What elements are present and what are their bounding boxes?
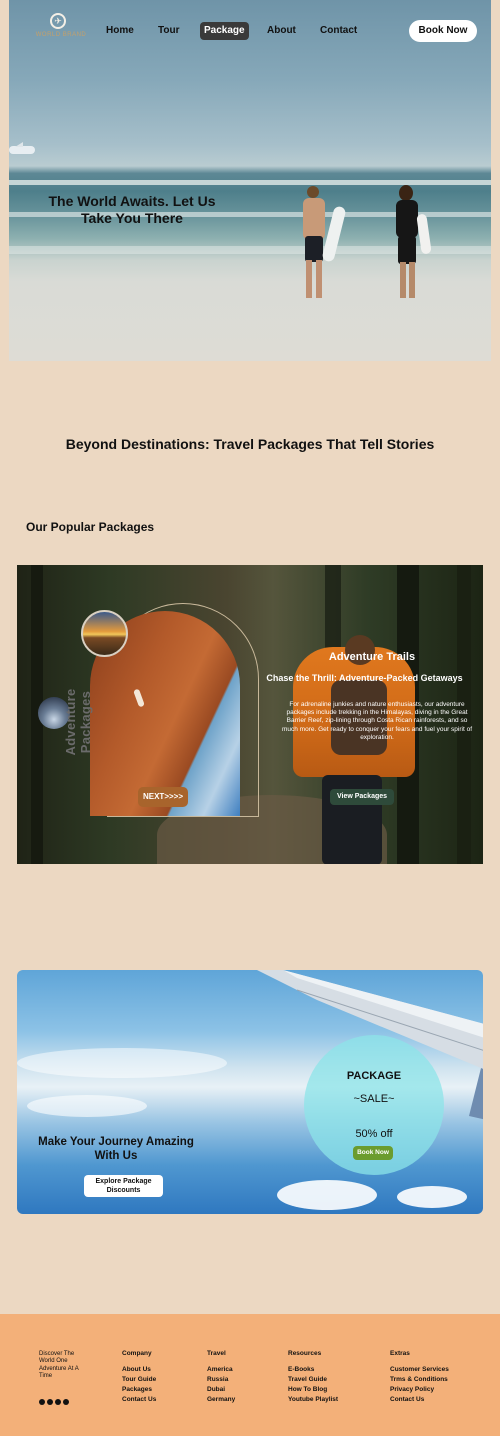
sale-headline: Make Your Journey Amazing With Us: [38, 1136, 194, 1162]
footer-col-extras: Extras Customer Services Trms & Conditio…: [390, 1349, 449, 1405]
footer-link[interactable]: Privacy Policy: [390, 1385, 449, 1395]
cloud: [17, 1048, 227, 1078]
nav-item-package[interactable]: Package: [200, 22, 249, 40]
next-button[interactable]: NEXT>>>>: [138, 787, 188, 807]
footer-col-resources: Resources E-Books Travel Guide How To Bl…: [288, 1349, 338, 1405]
x-icon[interactable]: [47, 1399, 53, 1405]
adventure-title: Adventure Trails: [328, 651, 416, 663]
cloud: [397, 1186, 467, 1208]
footer-link[interactable]: Packages: [122, 1385, 156, 1395]
cloud: [277, 1180, 377, 1210]
footer-link[interactable]: Trms & Conditions: [390, 1375, 449, 1385]
view-packages-button[interactable]: View Packages: [330, 789, 394, 805]
footer-heading: Travel: [207, 1350, 226, 1357]
footer-col-company: Company About Us Tour Guide Packages Con…: [122, 1349, 156, 1405]
footer: Discover The World One Adventure At A Ti…: [0, 1314, 500, 1436]
footer-link[interactable]: Customer Services: [390, 1365, 449, 1375]
hero-title: The World Awaits. Let Us Take You There: [48, 193, 216, 226]
nav-item-about[interactable]: About: [263, 22, 300, 40]
social-links: [39, 1392, 71, 1405]
sale-book-now-button[interactable]: Book Now: [353, 1146, 393, 1160]
footer-link[interactable]: Russia: [207, 1375, 235, 1385]
adventure-description: For adrenaline junkies and nature enthus…: [281, 701, 473, 741]
footer-link[interactable]: E-Books: [288, 1365, 338, 1375]
adventure-subtitle: Chase the Thrill: Adventure-Packed Getaw…: [266, 673, 463, 683]
nav-item-home[interactable]: Home: [102, 22, 138, 40]
adventure-package-card: Adventure Packages NEXT>>>> Adventure Tr…: [17, 565, 483, 864]
nav-item-tour[interactable]: Tour: [154, 22, 183, 40]
explore-discounts-button[interactable]: Explore Package Discounts: [84, 1175, 163, 1197]
footer-link[interactable]: Germany: [207, 1395, 235, 1405]
cloud: [27, 1095, 147, 1117]
footer-heading: Extras: [390, 1350, 410, 1357]
climber: [133, 688, 145, 708]
adventure-vertical-label: Adventure Packages: [63, 688, 93, 756]
footer-heading: Resources: [288, 1350, 322, 1357]
facebook-icon[interactable]: [39, 1399, 45, 1405]
footer-link[interactable]: Dubai: [207, 1385, 235, 1395]
footer-link[interactable]: How To Blog: [288, 1385, 338, 1395]
footer-link[interactable]: Contact Us: [390, 1395, 449, 1405]
footer-link[interactable]: About Us: [122, 1365, 156, 1375]
hero-banner: ✈ WORLD BRAND Home Tour Package About Co…: [9, 0, 491, 361]
airplane-image: [9, 142, 35, 154]
footer-heading: Company: [122, 1350, 152, 1357]
book-now-button[interactable]: Book Now: [409, 20, 477, 42]
footer-link[interactable]: Contact Us: [122, 1395, 156, 1405]
surf-line: [9, 246, 491, 254]
linkedin-icon[interactable]: [63, 1399, 69, 1405]
sale-package-label: PACKAGE: [346, 1070, 402, 1082]
footer-tagline: Discover The World One Adventure At A Ti…: [39, 1351, 79, 1380]
footer-col-travel: Travel America Russia Dubai Germany: [207, 1349, 235, 1405]
nav-item-contact[interactable]: Contact: [316, 22, 361, 40]
sale-discount: 50% off: [355, 1128, 393, 1140]
sunset-thumbnail[interactable]: [81, 610, 128, 657]
sale-banner: PACKAGE ~SALE~ 50% off Book Now Make You…: [17, 970, 483, 1214]
popular-packages-heading: Our Popular Packages: [26, 520, 155, 534]
footer-link[interactable]: Tour Guide: [122, 1375, 156, 1385]
surf-line: [9, 180, 491, 185]
footer-link[interactable]: Travel Guide: [288, 1375, 338, 1385]
section-title: Beyond Destinations: Travel Packages Tha…: [65, 436, 435, 452]
footer-link[interactable]: Youtube Playlist: [288, 1395, 338, 1405]
sale-label: ~SALE~: [353, 1093, 395, 1105]
footer-link[interactable]: America: [207, 1365, 235, 1375]
instagram-icon[interactable]: [55, 1399, 61, 1405]
